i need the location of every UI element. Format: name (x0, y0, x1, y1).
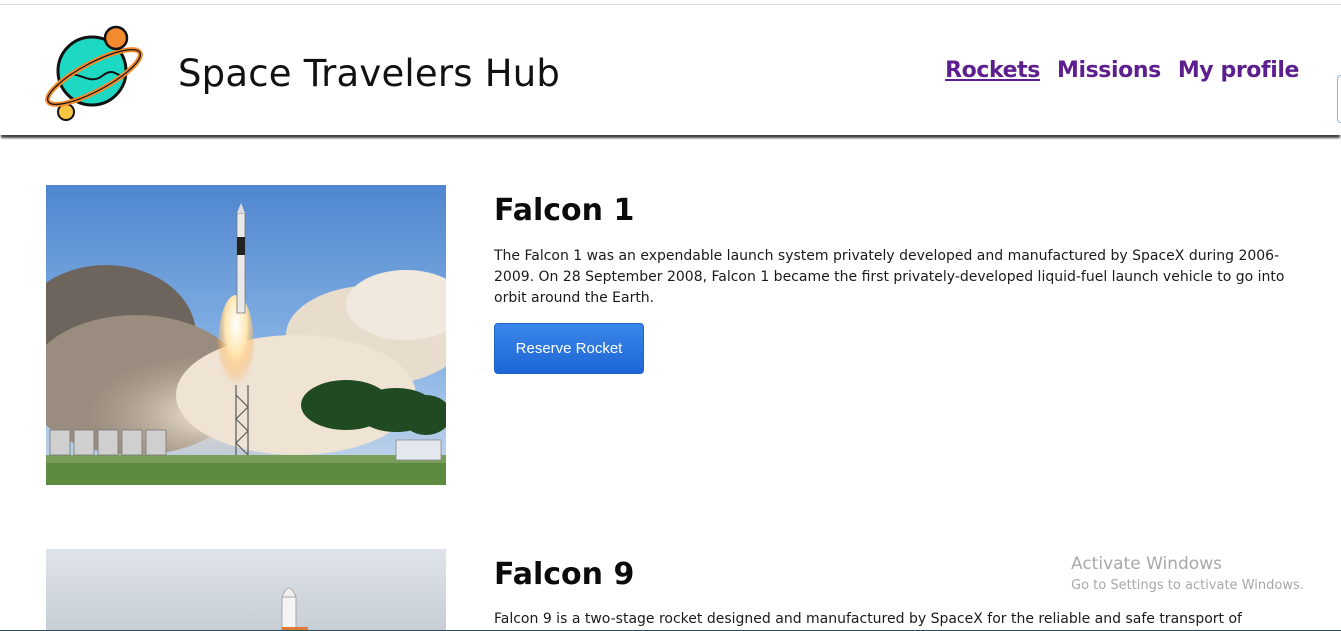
watermark-title: Activate Windows (1071, 554, 1222, 574)
rocket-description: The Falcon 1 was an expendable launch sy… (494, 248, 1285, 306)
site-title: Space Travelers Hub (178, 52, 561, 95)
rocket-image (46, 549, 446, 631)
rocket-image (46, 185, 446, 485)
site-header: Space Travelers Hub Rockets Missions My … (0, 5, 1341, 135)
main-nav: Rockets Missions My profile (945, 58, 1299, 83)
reserve-rocket-button[interactable]: Reserve Rocket (494, 323, 644, 374)
planet-logo-icon[interactable] (44, 21, 148, 125)
nav-link-my-profile[interactable]: My profile (1178, 58, 1300, 83)
nav-link-rockets[interactable]: Rockets (945, 58, 1040, 83)
edge-tab[interactable] (1337, 75, 1341, 123)
activate-windows-watermark: Activate Windows Go to Settings to activ… (1071, 553, 1304, 597)
rocket-name: Falcon 1 (494, 193, 635, 228)
watermark-subtitle: Go to Settings to activate Windows. (1071, 578, 1304, 593)
rocket-name: Falcon 9 (494, 557, 635, 592)
nav-link-missions[interactable]: Missions (1057, 58, 1161, 83)
rocket-description: Falcon 9 is a two-stage rocket designed … (494, 611, 1242, 627)
